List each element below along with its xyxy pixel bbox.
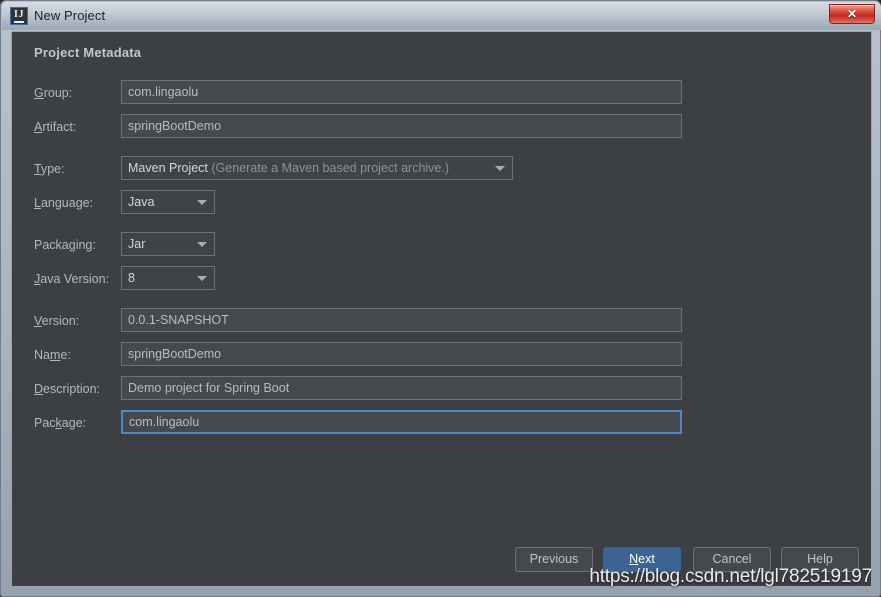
chevron-down-icon: [197, 242, 207, 247]
next-button-mnemonic: N: [629, 552, 639, 566]
description-input[interactable]: Demo project for Spring Boot: [121, 376, 682, 400]
close-button[interactable]: ✕: [829, 4, 875, 24]
close-icon: ✕: [846, 7, 858, 21]
name-label: Name:: [34, 348, 71, 362]
language-label: Language:: [34, 196, 94, 210]
name-input[interactable]: springBootDemo: [121, 342, 682, 366]
chevron-down-icon: [495, 166, 505, 171]
title-bar[interactable]: IJ New Project ✕: [2, 2, 881, 30]
packaging-combobox-value: Jar: [128, 237, 146, 251]
type-combobox-value: Maven Project: [128, 161, 208, 175]
next-button-label: ext: [638, 552, 655, 566]
chevron-down-icon: [197, 200, 207, 205]
type-combobox-hint: (Generate a Maven based project archive.…: [211, 161, 450, 175]
type-label: Type:: [34, 162, 65, 176]
dialog-content-panel: Project Metadata Group: com.lingaolu Art…: [11, 31, 872, 587]
artifact-input[interactable]: springBootDemo: [121, 114, 682, 138]
window-title: New Project: [34, 8, 106, 23]
intellij-ij-icon: IJ: [10, 7, 28, 25]
packaging-combobox[interactable]: Jar: [121, 232, 215, 256]
language-combobox[interactable]: Java: [121, 190, 215, 214]
java-version-label: Java Version:: [34, 272, 110, 286]
package-label: Package:: [34, 416, 87, 430]
group-label: Group:: [34, 86, 73, 100]
chevron-down-icon: [197, 276, 207, 281]
description-label: Description:: [34, 382, 101, 396]
artifact-label: Artifact:: [34, 120, 77, 134]
language-combobox-value: Java: [128, 195, 155, 209]
new-project-dialog-window: IJ New Project ✕ Project Metadata Group:…: [0, 0, 881, 597]
java-version-combobox[interactable]: 8: [121, 266, 215, 290]
version-input[interactable]: 0.0.1-SNAPSHOT: [121, 308, 682, 332]
packaging-label: Packaging:: [34, 238, 96, 252]
watermark-text: https://blog.csdn.net/lgl782519197: [589, 566, 872, 587]
page-title: Project Metadata: [34, 45, 142, 60]
java-version-combobox-value: 8: [128, 271, 135, 285]
previous-button[interactable]: Previous: [515, 547, 593, 572]
version-label: Version:: [34, 314, 80, 328]
package-input[interactable]: com.lingaolu: [121, 410, 682, 434]
type-combobox[interactable]: Maven Project (Generate a Maven based pr…: [121, 156, 513, 180]
group-input[interactable]: com.lingaolu: [121, 80, 682, 104]
